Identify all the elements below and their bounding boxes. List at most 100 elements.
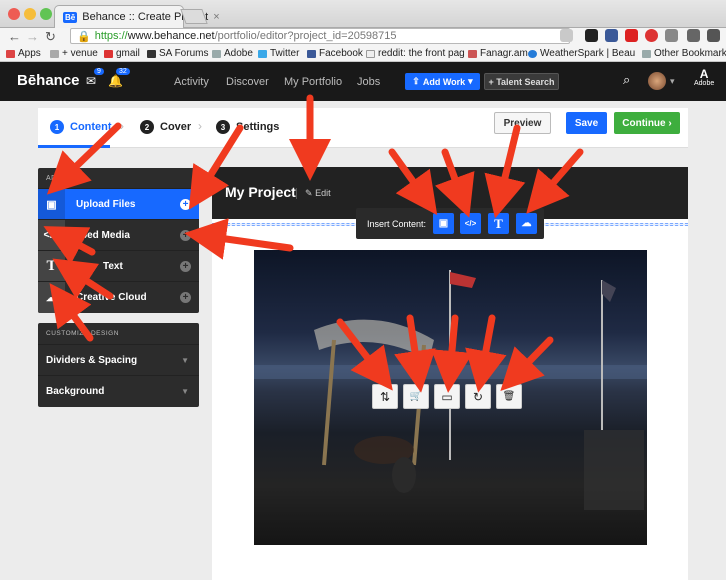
embed-media-button[interactable]: </> bed Media + [38,219,199,251]
text-icon: T [38,250,65,282]
url-scheme: https:// [94,30,128,42]
caret-down-icon: ▼ [181,355,189,365]
background-button[interactable]: Background ▼ [38,375,199,406]
insert-image-button[interactable]: ▣ [433,213,454,234]
wrench-icon[interactable] [687,29,700,42]
nav-discover[interactable]: Discover [226,76,269,88]
search-icon[interactable]: ⌕ [623,72,630,88]
step-settings[interactable]: 3 Settings [216,120,279,134]
add-media-heading: ADD M [46,175,72,182]
save-button[interactable]: Save [566,112,607,134]
delete-button[interactable]: 🗑 [496,384,522,409]
bookmark-apps[interactable]: Apps [6,48,41,59]
adobe-logo[interactable]: A Adobe [694,68,715,88]
step-label: Content [70,121,112,133]
bookmark-other[interactable]: Other Bookmarks [642,48,726,59]
add-work-button[interactable]: ⇪ Add Work ▾ [405,73,480,90]
nav-activity[interactable]: Activity [174,76,209,88]
zoom-window-icon[interactable] [40,8,52,20]
add-text-label: Text [103,260,123,272]
extension-icon[interactable] [605,29,618,42]
upload-files-label: Upload Files [76,198,136,210]
adobe-label: Adobe [694,80,715,87]
chevron-right-icon: › [120,119,124,133]
step-content[interactable]: 1 Content [50,120,112,134]
reload-icon[interactable]: ↻ [45,29,56,45]
avatar[interactable] [648,72,666,90]
back-icon[interactable]: ← [8,29,21,44]
bookmark-label: + venue [62,48,98,59]
extension-opera-icon[interactable] [645,29,658,42]
bookmark-label: Apps [18,48,41,59]
browser-tab[interactable]: Bē Behance :: Create Project × [54,5,220,28]
bookmark-gmail[interactable]: gmail [104,48,140,59]
nav-my-portfolio[interactable]: My Portfolio [284,76,342,88]
bookmark-twitter[interactable]: Twitter [258,48,299,59]
address-bar[interactable]: 🔒 https://www.behance.net/portfolio/edit… [70,28,570,44]
bookmark-label: SA Forums [159,48,209,59]
toolbar: ← → ↻ 🔒 https://www.behance.net/portfoli… [0,28,726,45]
folder-icon [212,49,221,58]
behance-logo[interactable]: Bēhance [17,72,80,89]
rotate-button[interactable]: ↻ [465,384,491,409]
bookmark-facebook[interactable]: Facebook [307,48,363,59]
reorder-button[interactable]: ⇅ [372,384,398,409]
upload-icon: ⇪ [412,76,420,86]
bookmark-star-icon[interactable] [560,29,573,42]
bookmark-label: gmail [116,48,140,59]
site-header: Bēhance ✉ 9 🔔 32 Activity Discover My Port… [0,62,726,101]
customize-design-panel: CUSTOMIZE DESIGN Dividers & Spacing ▼ Bac… [38,323,199,407]
continue-button[interactable]: Continue › [614,112,680,134]
close-window-icon[interactable] [8,8,20,20]
minimize-window-icon[interactable] [24,8,36,20]
step-number: 1 [50,120,64,134]
dividers-spacing-button[interactable]: Dividers & Spacing ▼ [38,344,199,375]
extension-cc-icon[interactable] [665,29,678,42]
step-number: 2 [140,120,154,134]
bookmark-venue[interactable]: + venue [50,48,98,59]
menu-icon[interactable] [707,29,720,42]
edit-title-button[interactable]: ✎ Edit [296,188,331,199]
upload-files-button[interactable]: ▣ Upload Files + [38,188,199,220]
bookmark-fanagram[interactable]: Fanagr.am [468,48,528,59]
extension-mask-icon[interactable] [585,29,598,42]
reorder-icon: ⇅ [379,389,391,404]
caption-button[interactable]: ▭ [434,384,460,409]
add-text-button[interactable]: T Text + [38,250,199,282]
messages-icon[interactable]: ✉ 9 [86,68,104,88]
bookmark-sa-forums[interactable]: SA Forums [147,48,208,59]
step-cover[interactable]: 2 Cover [140,120,191,134]
insert-creative-cloud-button[interactable]: ☁ [516,213,537,234]
close-tab-icon[interactable]: × [213,11,219,23]
chevron-right-icon: › [668,117,672,129]
bookmark-reddit[interactable]: reddit: the front pag [366,48,465,59]
pencil-icon: ✎ [305,188,313,198]
image-icon: ▣ [38,188,65,220]
twitter-icon [258,49,267,58]
talent-search-button[interactable]: + Talent Search [484,73,559,90]
insert-content-toolbar: Insert Content: ▣ </> T ☁ [356,208,544,239]
nav-jobs[interactable]: Jobs [357,76,380,88]
bookmark-label: Fanagr.am [480,48,528,59]
caret-down-icon: ▼ [181,386,189,396]
text-icon: T [494,215,503,231]
project-title[interactable]: My Project [225,184,296,200]
extension-adblock-icon[interactable] [625,29,638,42]
continue-label: Continue [622,117,666,129]
add-work-label: Add Work [422,76,466,87]
bookmark-adobe[interactable]: Adobe [212,48,253,59]
embed-media-label: bed Media [81,229,130,241]
bookmark-weatherspark[interactable]: WeatherSpark | Beau [528,48,635,59]
weather-icon [528,49,537,58]
forward-icon[interactable]: → [26,29,39,44]
insert-embed-button[interactable]: </> [460,213,481,234]
creative-cloud-button[interactable]: ☁ Creative Cloud + [38,281,199,313]
plus-icon: + [180,198,191,210]
sa-icon [147,49,156,58]
cart-button[interactable]: 🛒 [403,384,429,409]
insert-text-button[interactable]: T [488,213,509,234]
preview-button[interactable]: Preview [494,112,551,134]
chevron-down-icon[interactable]: ▾ [670,76,675,87]
project-canvas: My Project ✎ Edit Insert Content: ▣ </> … [212,167,688,580]
notifications-icon[interactable]: 🔔 32 [108,68,130,88]
